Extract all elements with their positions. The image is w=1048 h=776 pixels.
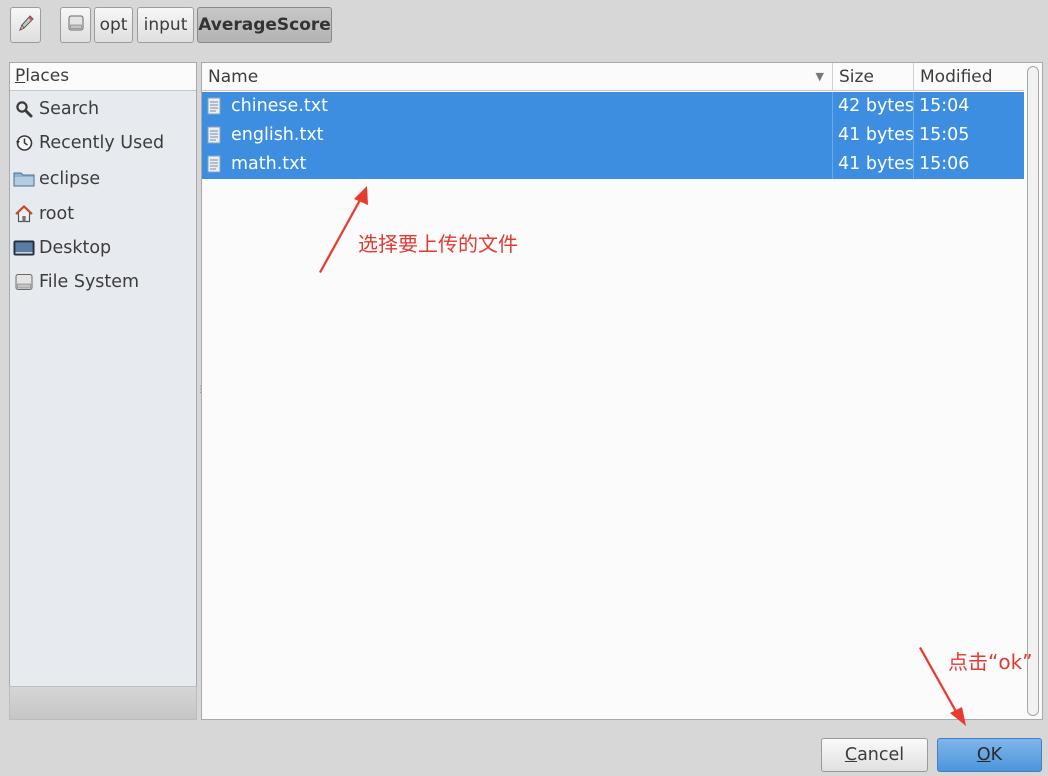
- ok-button[interactable]: OK: [937, 738, 1042, 772]
- cancel-button[interactable]: Cancel: [821, 738, 928, 772]
- annotation-select-files: 选择要上传的文件: [358, 232, 518, 256]
- annotation-click-ok: 点击“ok”: [948, 650, 1033, 674]
- annotation-arrows: [319, 186, 966, 726]
